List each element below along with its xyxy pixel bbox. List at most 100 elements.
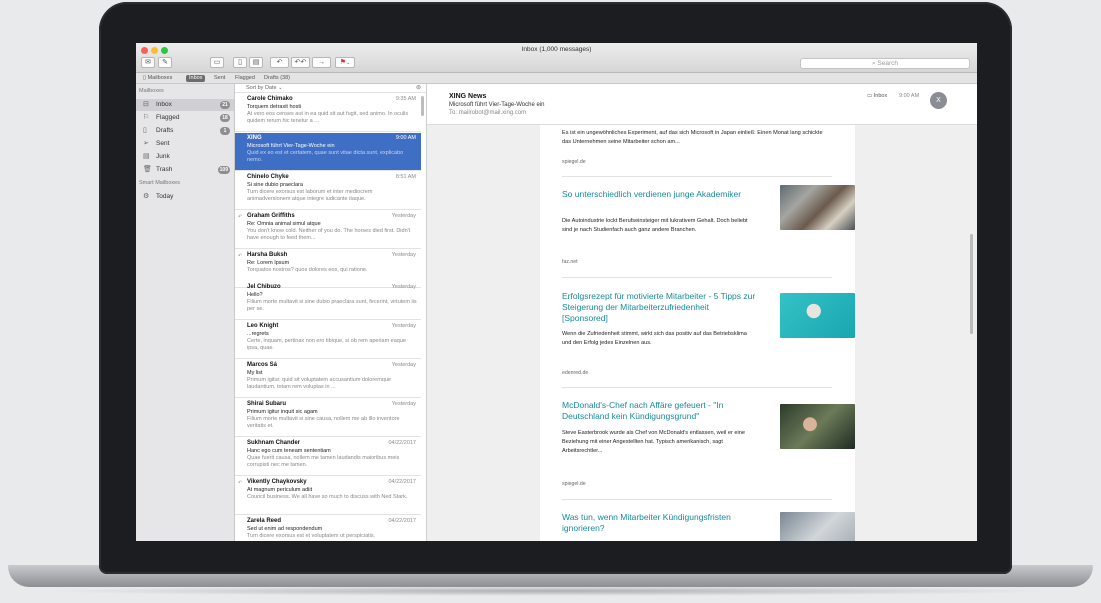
newsletter-column: Es ist ein ungewöhnliches Experiment, au… — [562, 125, 855, 541]
message-subject: Microsoft führt Vier-Tage-Woche ein — [449, 102, 545, 108]
delete-button[interactable]: ▯ — [233, 57, 247, 68]
list-item[interactable]: ↶ Vikently Chaykovsky 04/22/2017 At magn… — [235, 477, 421, 515]
search-placeholder: Search — [877, 60, 899, 67]
reply-icon: ↶ — [276, 59, 283, 66]
forward-icon: → — [318, 59, 325, 66]
divider — [562, 387, 832, 388]
smart-mailboxes-header: Smart Mailboxes — [139, 180, 180, 186]
replied-icon: ↶ — [238, 480, 243, 486]
list-item[interactable]: ↶ Graham Griffiths Yesterday Re: Omnia a… — [235, 211, 421, 249]
message-sender: XING News — [449, 93, 487, 100]
sidebar-item-inbox[interactable]: ⊟ Inbox 21 — [136, 99, 234, 111]
list-item[interactable]: Jel Chibuzo Yesterday Hello? Filium mort… — [235, 282, 421, 320]
favorites-inbox[interactable]: Inbox — [186, 75, 206, 82]
sidebar-item-junk[interactable]: ▤ Junk — [136, 151, 234, 163]
inbox-icon: ▭ — [867, 93, 873, 99]
list-item[interactable]: Zarela Reed 04/22/2017 Sed ut enim ad re… — [235, 516, 421, 541]
list-item[interactable]: Shirai Subaru Yesterday Primum igitur in… — [235, 399, 421, 437]
window-title: Inbox (1,000 messages) — [521, 46, 592, 53]
mailbox-tag[interactable]: ▭ Inbox — [867, 93, 887, 99]
compose-button[interactable]: ✎ — [158, 57, 172, 68]
unread-badge: 18 — [220, 114, 230, 122]
divider — [562, 176, 832, 177]
archive-button[interactable]: ▭ — [210, 57, 224, 68]
article-title[interactable]: McDonald's-Chef nach Affäre gefeuert - "… — [562, 400, 757, 422]
inbox-icon: ⊟ — [143, 101, 149, 108]
laptop-shadow — [40, 586, 1060, 596]
flag-icon: ⚐ — [143, 114, 150, 121]
message-list-scrollbar[interactable] — [421, 96, 424, 116]
unread-badge: 21 — [220, 101, 230, 109]
article-title[interactable]: Was tun, wenn Mitarbeiter Kündigungsfris… — [562, 512, 757, 534]
list-item[interactable]: Sukhnam Chander 04/22/2017 Hanc ego cum … — [235, 438, 421, 476]
list-item[interactable]: Marcos Sá Yesterday My list Primum igitu… — [235, 360, 421, 398]
favorites-sent[interactable]: Sent — [211, 75, 228, 82]
reply-all-icon: ↶↶ — [294, 59, 307, 66]
article-image[interactable] — [780, 512, 855, 541]
envelope-icon: ✉ — [145, 59, 151, 66]
favorites-flagged[interactable]: Flagged — [232, 75, 258, 82]
favorites-bar: ▯ Mailboxes Inbox Sent Flagged Drafts (3… — [136, 73, 977, 84]
sidebar-item-trash[interactable]: 🗑 Trash 109 — [136, 164, 234, 176]
list-item[interactable]: Carole Chimako 9:35 AM Torquem detraxit … — [235, 94, 421, 132]
chevron-down-icon: ⌄ — [346, 60, 351, 66]
intro-source: spiegel.de — [562, 159, 586, 165]
unread-badge: 1 — [220, 127, 230, 135]
search-icon: ⌕ — [871, 60, 876, 67]
junk-icon: ▤ — [252, 59, 260, 66]
junk-icon: ▤ — [143, 153, 150, 160]
list-item[interactable]: Chinelo Chyke 8:51 AM Si sine dubio prae… — [235, 172, 421, 210]
gear-icon: ⚙ — [143, 193, 150, 200]
divider — [562, 499, 832, 500]
sidebar: Mailboxes ⊟ Inbox 21 ⚐ Flagged 18 ▯ Draf… — [136, 84, 235, 541]
forward-button[interactable]: → — [312, 57, 331, 68]
reply-all-button[interactable]: ↶↶ — [291, 57, 310, 68]
flag-button[interactable]: ⚑⌄ — [335, 57, 355, 68]
sidebar-header: Mailboxes — [139, 88, 164, 94]
article-title[interactable]: Erfolgsrezept für motivierte Mitarbeiter… — [562, 291, 757, 324]
paper-plane-icon: ➢ — [143, 140, 149, 147]
reply-button[interactable]: ↶ — [270, 57, 289, 68]
article-source: edenred.de — [562, 370, 589, 376]
replied-icon: ↶ — [238, 214, 243, 220]
get-mail-button[interactable]: ✉ — [141, 57, 155, 68]
trash-icon: ▯ — [238, 59, 242, 66]
sidebar-item-sent[interactable]: ➢ Sent — [136, 138, 234, 150]
newsletter-content: Es ist ein ungewöhnliches Experiment, au… — [540, 125, 855, 541]
sort-bar: Sort by Date ⌄ ⊜ — [235, 84, 426, 93]
message-body: Es ist ein ungewöhnliches Experiment, au… — [427, 125, 977, 541]
favorites-drafts[interactable]: Drafts (38) — [261, 75, 293, 82]
sidebar-item-flagged[interactable]: ⚐ Flagged 18 — [136, 112, 234, 124]
favorites-mailboxes[interactable]: ▯ Mailboxes — [140, 75, 175, 82]
divider — [562, 277, 832, 278]
mail-window: Inbox (1,000 messages) ✉ ✎ ▭ ▯ ▤ ↶ ↶↶ → … — [136, 43, 977, 541]
article-image[interactable] — [780, 293, 855, 338]
intro-text: Es ist ein ungewöhnliches Experiment, au… — [562, 130, 823, 145]
list-item[interactable]: Leo Knight Yesterday ...regrets Certe, i… — [235, 321, 421, 359]
document-icon: ▯ — [143, 127, 147, 134]
article-image[interactable] — [780, 404, 855, 449]
article-description: Wenn die Zufriedenheit stimmt, wirkt sic… — [562, 331, 747, 346]
message-recipient: To: mailrobot@mail.xing.com — [449, 110, 527, 116]
message-header: XING News Microsoft führt Vier-Tage-Woch… — [427, 84, 977, 125]
filter-icon[interactable]: ⊜ — [416, 84, 421, 91]
article-description: Steve Easterbrook wurde als Chef von McD… — [562, 430, 745, 454]
toolbar: Inbox (1,000 messages) ✉ ✎ ▭ ▯ ▤ ↶ ↶↶ → … — [136, 43, 977, 73]
list-item-selected[interactable]: XING 9:00 AM Microsoft führt Vier-Tage-W… — [235, 133, 421, 171]
reading-pane: XING News Microsoft führt Vier-Tage-Woch… — [427, 84, 977, 541]
trash-icon: 🗑 — [143, 166, 152, 173]
unread-badge: 109 — [217, 166, 230, 174]
message-list: Sort by Date ⌄ ⊜ Carole Chimako 9:35 AM … — [235, 84, 427, 541]
article-image[interactable] — [780, 185, 855, 230]
sidebar-item-drafts[interactable]: ▯ Drafts 1 — [136, 125, 234, 137]
junk-button[interactable]: ▤ — [249, 57, 263, 68]
replied-icon: ↶ — [238, 253, 243, 259]
message-time: 9:00 AM — [899, 93, 920, 99]
sort-by-date-menu[interactable]: Sort by Date ⌄ — [246, 85, 283, 91]
reading-pane-scrollbar[interactable] — [970, 234, 973, 334]
search-field[interactable]: ⌕ Search — [800, 58, 970, 69]
sidebar-item-today[interactable]: ⚙ Today — [136, 191, 234, 203]
compose-icon: ✎ — [162, 59, 168, 66]
archive-icon: ▭ — [213, 59, 221, 66]
article-title[interactable]: So unterschiedlich verdienen junge Akade… — [562, 189, 757, 200]
